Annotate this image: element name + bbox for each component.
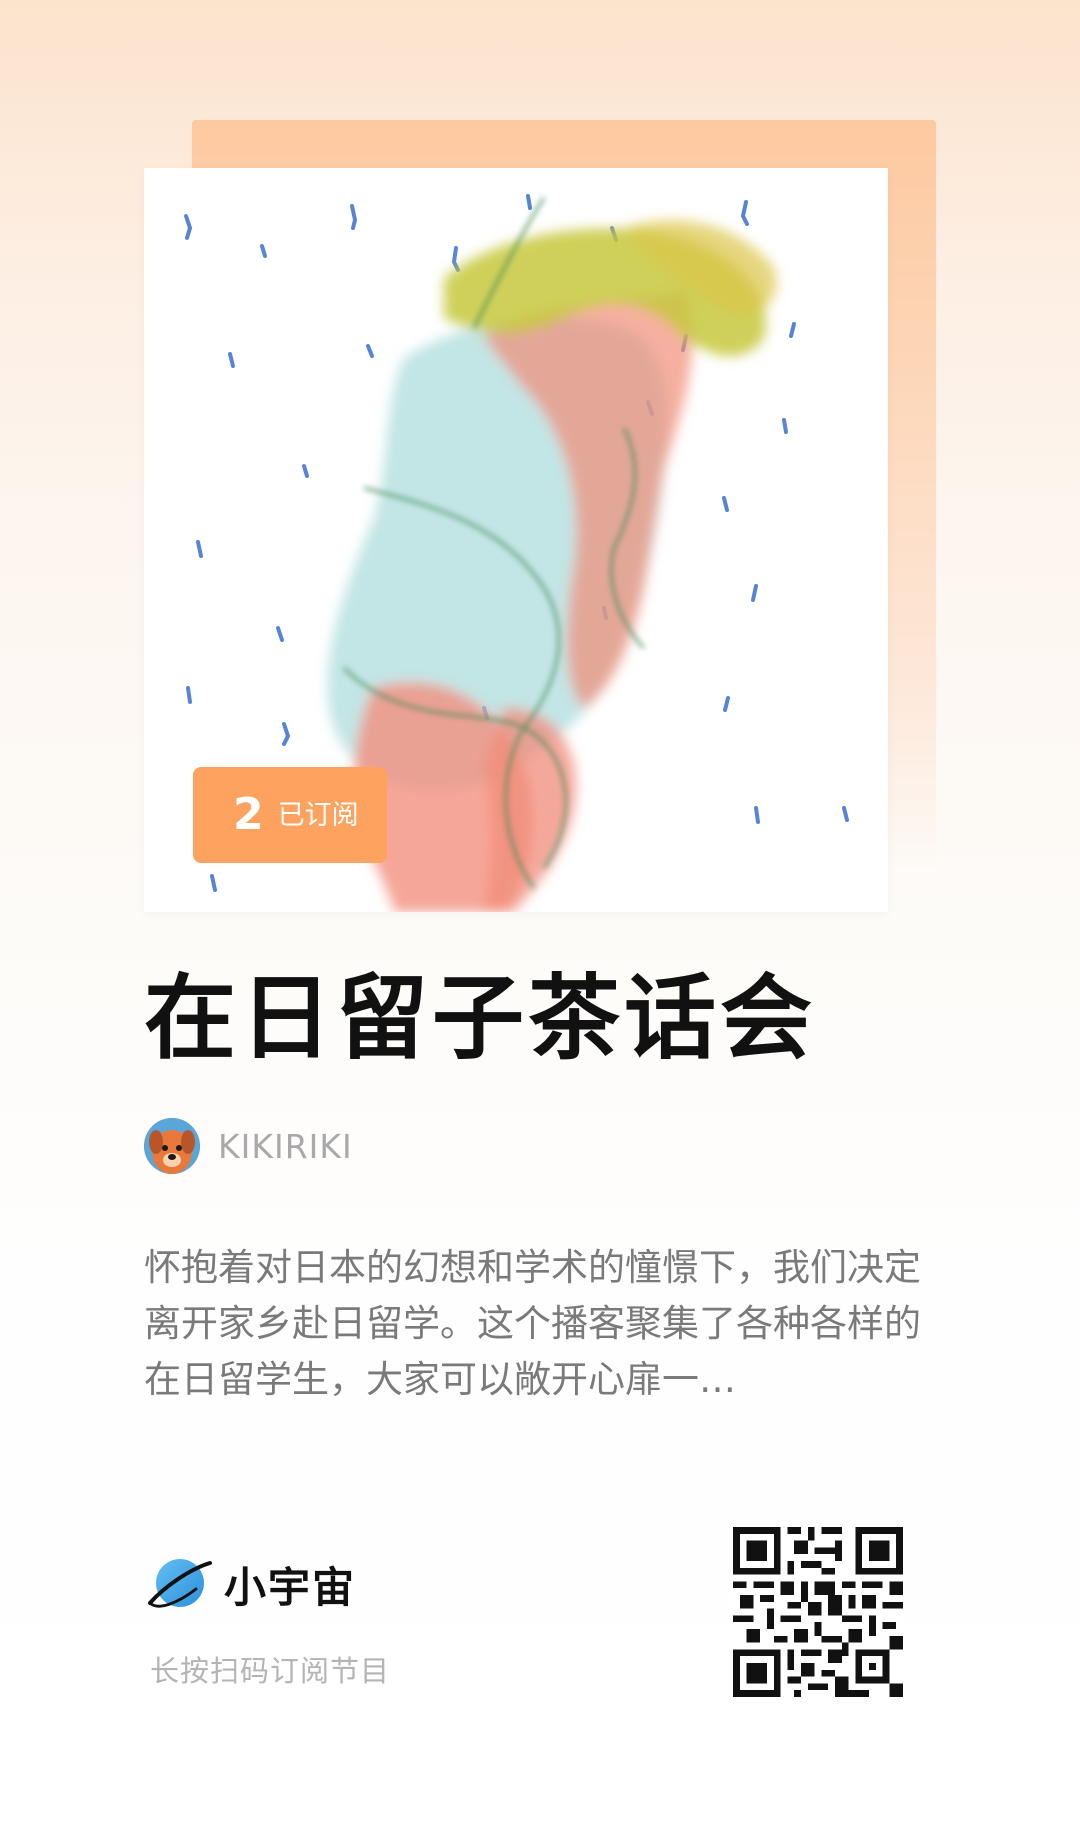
author-avatar[interactable] xyxy=(144,1118,200,1174)
scan-hint: 长按扫码订阅节目 xyxy=(150,1654,391,1688)
subscribe-qr-code[interactable] xyxy=(733,1527,903,1697)
author-row[interactable]: KIKIRIKI xyxy=(144,1118,353,1174)
qr-code-icon xyxy=(733,1527,903,1697)
subscribed-badge: 2 已订阅 xyxy=(193,767,387,863)
dog-avatar-icon xyxy=(144,1118,200,1174)
subscribed-label: 已订阅 xyxy=(277,799,359,831)
author-name[interactable]: KIKIRIKI xyxy=(218,1127,353,1166)
podcast-description: 怀抱着对日本的幻想和学术的憧憬下，我们决定离开家乡赴日留学。这个播客聚集了各种各… xyxy=(144,1246,921,1401)
brand-name: 小宇宙 xyxy=(224,1562,357,1612)
brand-logo: 小宇宙 xyxy=(144,1553,356,1615)
subscribed-count: 2 xyxy=(233,789,264,840)
podcast-title: 在日留子茶话会 xyxy=(144,965,817,1072)
planet-icon xyxy=(148,1559,212,1608)
